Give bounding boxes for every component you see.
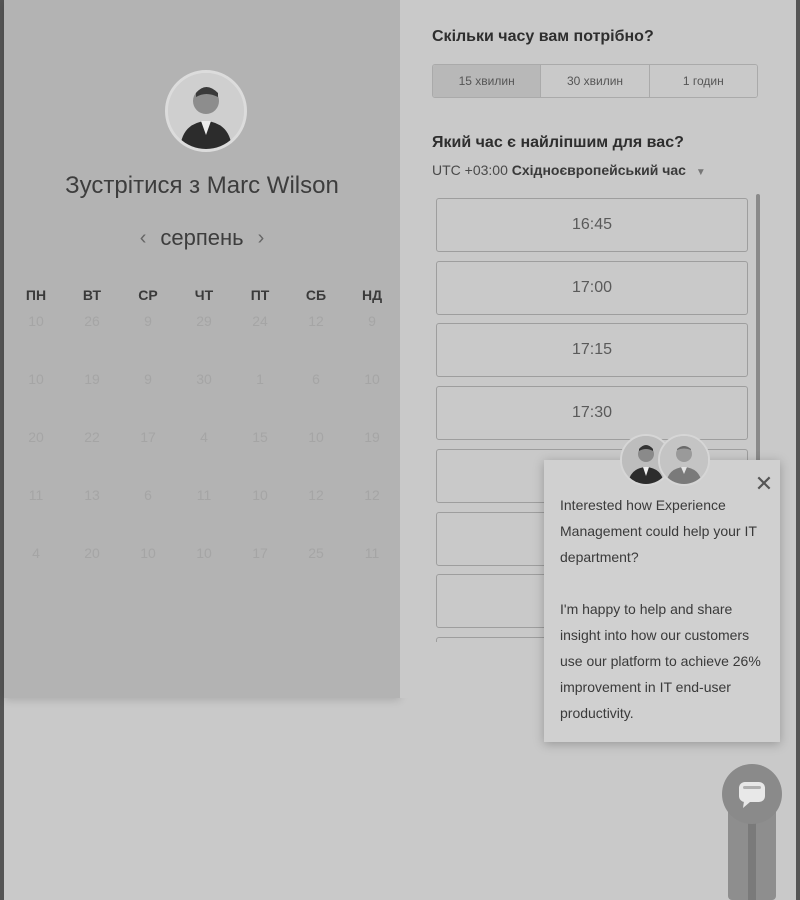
- weekday-label: СБ: [305, 287, 327, 303]
- calendar-day: 6: [144, 487, 152, 503]
- calendar-day: 19: [364, 429, 380, 445]
- chat-message-intro: Interested how Experience Management cou…: [560, 497, 757, 565]
- chevron-left-icon[interactable]: ‹: [140, 227, 147, 250]
- duration-option-30[interactable]: 30 хвилин: [541, 65, 650, 97]
- calendar-day: 10: [308, 429, 324, 445]
- calendar-day: 9: [144, 371, 152, 387]
- calendar-day: 11: [28, 487, 44, 503]
- duration-option-15[interactable]: 15 хвилин: [433, 65, 542, 97]
- chat-message-offer: I'm happy to help and share insight into…: [560, 601, 761, 721]
- calendar-day: 12: [364, 487, 380, 503]
- calendar-day: 4: [32, 545, 40, 561]
- calendar-day: 10: [252, 487, 268, 503]
- calendar-day: 17: [252, 545, 268, 561]
- duration-selector: 15 хвилин 30 хвилин 1 годин: [432, 64, 758, 98]
- weekday-label: ПТ: [250, 287, 270, 303]
- calendar-week: 20 22 17 4 15 10 19: [8, 423, 400, 481]
- window-frame-right: [796, 0, 800, 900]
- duration-question: Скільки часу вам потрібно?: [432, 28, 654, 45]
- calendar-day: 13: [84, 487, 100, 503]
- calendar-day: 20: [84, 545, 100, 561]
- timezone-name: Східноєвропейський час: [511, 162, 686, 178]
- person-icon: [168, 73, 244, 149]
- weekday-label: СР: [138, 287, 158, 303]
- calendar-day: 26: [84, 313, 100, 329]
- calendar-day: 6: [312, 371, 320, 387]
- weekday-header: ПН ВТ СР ЧТ ПТ СБ НД: [8, 287, 400, 307]
- calendar-day: 10: [28, 313, 44, 329]
- host-title: Зустрітися з Marc Wilson: [65, 172, 339, 199]
- chat-agent-avatars: [620, 434, 710, 488]
- calendar-day: 30: [196, 371, 212, 387]
- timezone-offset: UTC +03:00: [432, 162, 508, 178]
- weekday-label: ПН: [25, 287, 47, 303]
- time-question: Який час є найліпшим для вас?: [432, 134, 684, 151]
- calendar-day: 12: [308, 313, 324, 329]
- calendar-day: 25: [308, 545, 324, 561]
- duration-option-60[interactable]: 1 годин: [649, 65, 757, 97]
- person-icon: [660, 436, 708, 484]
- calendar-week: 10 26 9 29 24 12 9: [8, 307, 400, 365]
- calendar-day: 9: [368, 313, 376, 329]
- calendar-day: 10: [140, 545, 156, 561]
- time-slot[interactable]: 17:00: [436, 261, 748, 315]
- weekday-label: ЧТ: [194, 287, 214, 303]
- chat-bubble-icon: [739, 782, 765, 808]
- weekday-label: ВТ: [82, 287, 102, 303]
- time-slot[interactable]: 17:15: [436, 323, 748, 377]
- calendar-grid: ПН ВТ СР ЧТ ПТ СБ НД 10 26 9 29 24 12 9 …: [8, 287, 400, 597]
- chat-message: Interested how Experience Management cou…: [560, 492, 768, 726]
- calendar-day: 1: [256, 371, 264, 387]
- calendar-week: 4 20 10 10 17 25 11: [8, 539, 400, 597]
- agent-avatar: [658, 434, 710, 486]
- calendar-day: 19: [84, 371, 100, 387]
- chat-launcher-button[interactable]: [722, 764, 782, 824]
- calendar-day: 11: [364, 545, 380, 561]
- host-calendar-panel: Зустрітися з Marc Wilson ‹ серпень › ПН …: [4, 0, 400, 698]
- slot-list-scrollbar[interactable]: [756, 194, 760, 464]
- weekday-label: НД: [361, 287, 383, 303]
- calendar-day: 22: [84, 429, 100, 445]
- host-avatar: [165, 70, 247, 152]
- chevron-right-icon[interactable]: ›: [258, 227, 265, 250]
- current-month: серпень: [160, 225, 244, 250]
- calendar-day: 15: [252, 429, 268, 445]
- calendar-day: 11: [196, 487, 212, 503]
- calendar-day: 29: [196, 313, 212, 329]
- calendar-week: 10 19 9 30 1 6 10: [8, 365, 400, 423]
- caret-down-icon: ▼: [695, 167, 706, 178]
- calendar-day: 10: [196, 545, 212, 561]
- time-slot[interactable]: 17:30: [436, 386, 748, 440]
- time-slot[interactable]: 16:45: [436, 198, 748, 252]
- calendar-day: 24: [252, 313, 268, 329]
- calendar-day: 10: [364, 371, 380, 387]
- calendar-week: 11 13 6 11 10 12 12: [8, 481, 400, 539]
- timezone-selector[interactable]: UTC +03:00 Східноєвропейський час ▼: [432, 162, 706, 178]
- month-navigation: ‹ серпень ›: [4, 224, 400, 252]
- calendar-day: 17: [140, 429, 156, 445]
- calendar-day: 9: [144, 313, 152, 329]
- calendar-day: 12: [308, 487, 324, 503]
- calendar-day: 20: [28, 429, 44, 445]
- calendar-day: 10: [28, 371, 44, 387]
- calendar-day: 4: [200, 429, 208, 445]
